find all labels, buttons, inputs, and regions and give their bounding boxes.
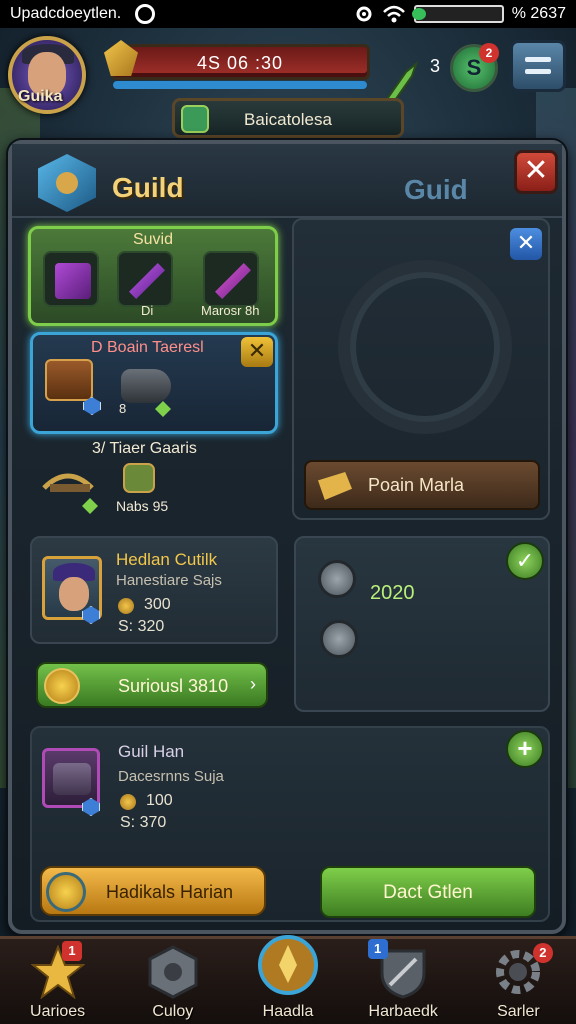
- menu-button[interactable]: [510, 40, 566, 92]
- preview-button-label: Poain Marla: [368, 475, 465, 495]
- bottom-nav: 1 Uarioes Culoy Haadla 1 Harbaedk 2 Sarl…: [0, 935, 576, 1024]
- battery-icon: [411, 5, 504, 23]
- member2-name: Guil Han: [118, 742, 185, 761]
- resource-progress: [113, 81, 367, 89]
- wooden-chest-icon: [45, 359, 93, 401]
- purple-chest-icon: [55, 263, 91, 299]
- nav-badge-5: 2: [532, 943, 553, 963]
- nav-label-4: Harbaedk: [368, 1003, 438, 1020]
- nav-label-2: Culoy: [152, 1003, 194, 1020]
- member-name: Hedlan Cutilk: [116, 550, 218, 569]
- coin-badge: 2: [479, 43, 499, 63]
- reward-slot-potion[interactable]: [117, 251, 173, 307]
- gear-row[interactable]: 3/ Tiaer Gaaris Nabs 95: [30, 438, 278, 528]
- top-hud: 4S 06 :30 3 S 2: [0, 30, 576, 118]
- ticket-icon: [318, 472, 352, 500]
- gauntlet-icon: [123, 463, 155, 493]
- nav-label-3: Haadla: [262, 1003, 314, 1020]
- gold-coin-icon: [118, 598, 134, 614]
- nav-item-3[interactable]: Haadla: [230, 935, 345, 1024]
- wifi-icon: [382, 5, 405, 23]
- player-name: Guika: [18, 88, 63, 105]
- menu-line: [525, 57, 551, 62]
- member-upgrade-button[interactable]: Suriousl 3810 ›: [36, 662, 268, 708]
- upgrade-button-label: Suriousl 3810: [118, 676, 229, 696]
- add-button[interactable]: +: [506, 730, 544, 768]
- nav-item-5[interactable]: 2 Sarler: [461, 939, 576, 1024]
- status-right-text: % 2637: [511, 5, 566, 22]
- helmet-icon: [318, 560, 356, 598]
- green-button-label: Dact Gtlen: [383, 882, 473, 903]
- gold-coin-icon: [44, 668, 80, 704]
- reward-slot-blade[interactable]: [203, 251, 259, 307]
- quest-title: D Boain Taeresl: [91, 339, 204, 356]
- panel-header: Guild Guid ✕: [12, 144, 562, 218]
- gear-sub: Nabs 95: [116, 498, 169, 514]
- stats-value: 2020: [370, 582, 415, 604]
- pink-blade-icon: [215, 263, 251, 299]
- premium-coin-button[interactable]: S 2: [450, 43, 499, 92]
- preview-panel: ✕ Poain Marla: [292, 218, 550, 520]
- preview-close-button[interactable]: ✕: [510, 228, 542, 260]
- reward-card[interactable]: Suvid Di Marosr 8h: [28, 226, 278, 326]
- sword-emblem-icon: [258, 935, 318, 995]
- close-button[interactable]: ✕: [514, 150, 558, 194]
- banner-text: Baicatolesa: [244, 110, 332, 129]
- status-title: Upadcdoeytlen.: [10, 5, 122, 22]
- preview-action-button[interactable]: Poain Marla: [304, 460, 540, 510]
- green-gem-icon: [155, 401, 171, 417]
- round-shield-icon: [320, 620, 358, 658]
- quest-card[interactable]: D Boain Taeresl ✕ 8: [30, 332, 278, 434]
- nav-item-2[interactable]: Culoy: [115, 939, 230, 1024]
- quest-close-button[interactable]: ✕: [241, 337, 273, 367]
- green-action-button[interactable]: Dact Gtlen: [320, 866, 536, 918]
- nav-label-5: Sarler: [497, 1003, 540, 1020]
- reward-slot-chest[interactable]: [43, 251, 99, 307]
- member2-role: Dacesrnns Suja: [118, 768, 224, 785]
- coin-letter: S: [466, 55, 482, 80]
- status-bar: Upadcdoeytlen. % 2637: [0, 0, 576, 28]
- quest-item-caption: 8: [119, 401, 127, 416]
- portrait-face: [59, 577, 89, 611]
- cannon-icon: [121, 369, 171, 403]
- guild-sigil-icon: [350, 272, 500, 422]
- nav-label-1: Uarioes: [30, 1003, 86, 1020]
- reward-caption-3: Marosr 8h: [201, 303, 260, 318]
- stats-box: 2020 ✓: [294, 536, 550, 712]
- menu-line: [525, 69, 551, 74]
- orange-action-button[interactable]: Hadikals Harian: [40, 866, 266, 916]
- gold-coin-icon: [120, 794, 136, 810]
- guild-emblem-icon: [38, 154, 96, 212]
- reward-title: Suvid: [132, 231, 174, 248]
- orange-button-label: Hadikals Harian: [106, 882, 234, 902]
- panel-title-right: Guid: [404, 174, 468, 205]
- level-number: 3: [430, 56, 441, 76]
- nav-badge-1: 1: [62, 941, 82, 961]
- member-role: Hanestiare Sajs: [116, 572, 222, 589]
- nav-badge-4: 1: [367, 939, 388, 959]
- chevron-right-icon: ›: [250, 674, 256, 694]
- purple-sword-icon: [129, 263, 165, 299]
- camera-icon: [135, 4, 156, 24]
- nav-item-4[interactable]: 1 Harbaedk: [346, 939, 461, 1024]
- top-banner[interactable]: Baicatolesa: [172, 98, 404, 138]
- status-right: % 2637: [354, 4, 566, 24]
- member-score: S: 320: [118, 618, 165, 635]
- crossbow-icon: [42, 473, 94, 492]
- nav-item-1[interactable]: 1 Uarioes: [0, 939, 115, 1024]
- settings-icon: [356, 6, 372, 22]
- member-gold: 300: [144, 596, 171, 613]
- member-card-2[interactable]: Guil Han Dacesrnns Suja 100 S: 370: [34, 730, 270, 842]
- chest-icon: [53, 763, 91, 795]
- resource-bar[interactable]: 4S 06 :30: [110, 44, 370, 89]
- confirm-button[interactable]: ✓: [506, 542, 544, 580]
- panel-title: Guild: [112, 172, 184, 203]
- shield-hex-icon: [148, 945, 198, 999]
- member-card-1[interactable]: Hedlan Cutilk Hanestiare Sajs 300 S: 320: [30, 536, 278, 644]
- resource-value: 4S 06 :30: [196, 53, 284, 73]
- member2-gold: 100: [146, 792, 173, 809]
- member2-score: S: 370: [120, 814, 167, 831]
- gold-coin-icon: [46, 872, 86, 912]
- reward-caption-2: Di: [141, 303, 154, 318]
